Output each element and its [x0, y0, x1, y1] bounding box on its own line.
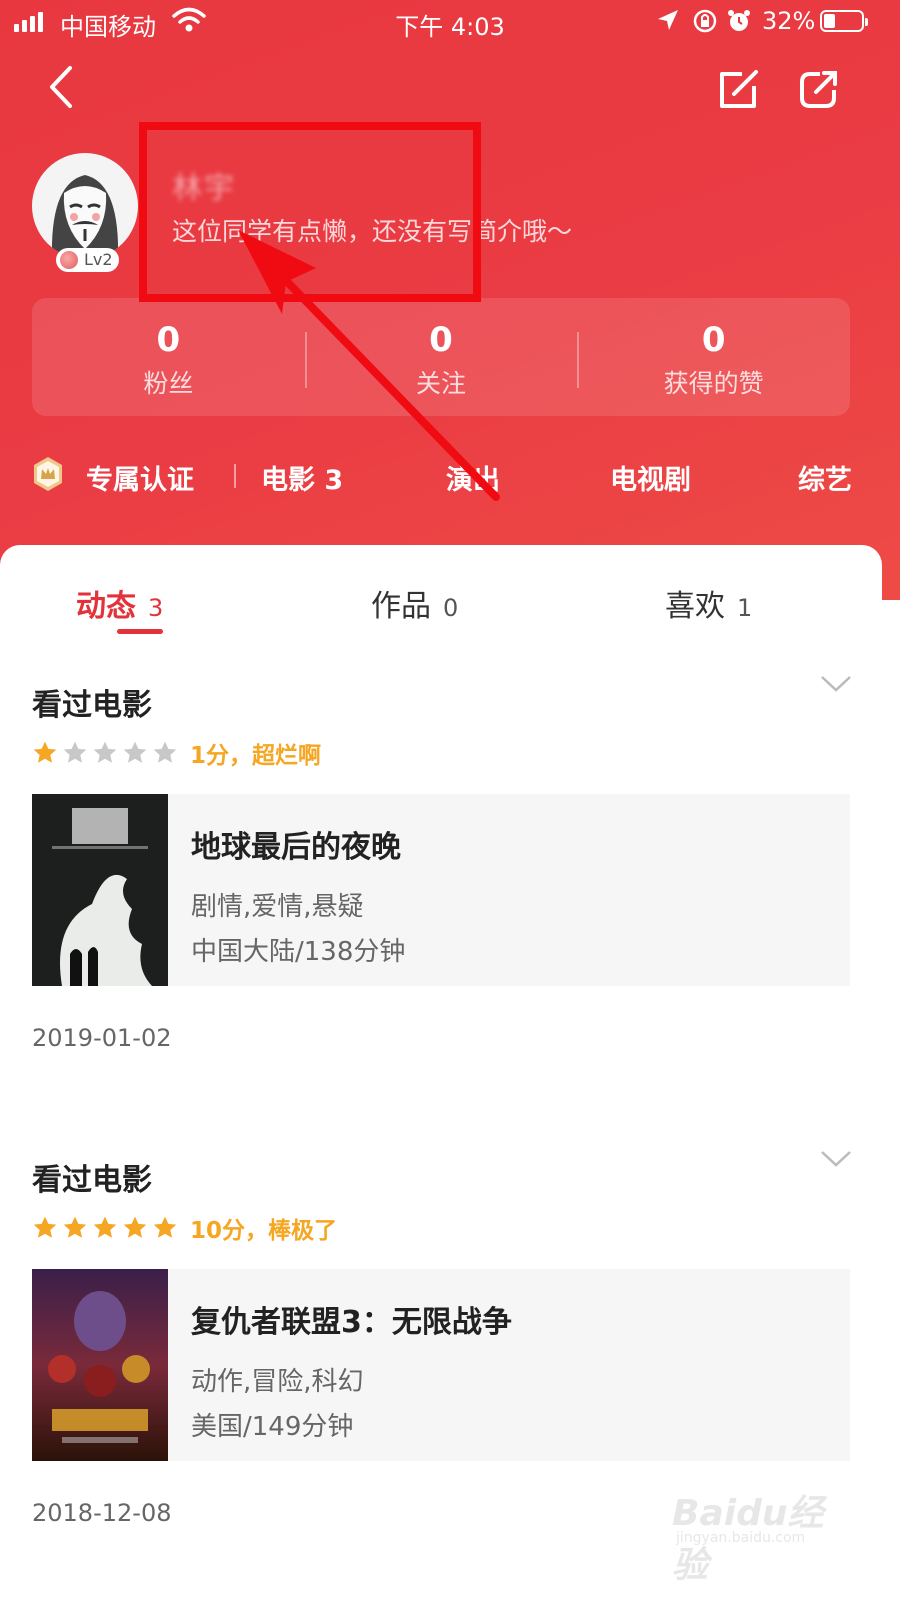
chevron-down-icon[interactable] — [820, 674, 852, 694]
stat-value: 0 — [701, 320, 726, 360]
tab-bar: 动态 3 作品 0 喜欢 1 — [0, 545, 882, 635]
tab-count: 3 — [148, 594, 164, 622]
battery-percent: 32% — [762, 7, 816, 35]
stat-label: 关注 — [416, 369, 467, 398]
feed-date: 2019-01-02 — [32, 1024, 172, 1052]
category-show[interactable]: 演出 — [446, 458, 500, 497]
star-icon — [123, 1216, 147, 1238]
movie-card[interactable]: 复仇者联盟3：无限战争 动作,冒险,科幻 美国/149分钟 — [32, 1269, 850, 1461]
rating-text: 10分，棒极了 — [190, 1218, 338, 1244]
location-icon — [658, 10, 678, 30]
movie-info: 中国大陆/138分钟 — [191, 937, 406, 967]
tab-works[interactable]: 作品 0 — [371, 581, 458, 625]
category-variety[interactable]: 综艺 — [798, 458, 852, 497]
movie-poster — [32, 1269, 168, 1461]
avatar[interactable] — [32, 153, 138, 259]
chevron-down-icon[interactable] — [820, 1149, 852, 1169]
edit-icon — [720, 70, 758, 108]
rating: 10分，棒极了 — [32, 1211, 337, 1245]
stat-following[interactable]: 0 关注 — [304, 298, 578, 416]
movie-genre: 剧情,爱情,悬疑 — [191, 892, 364, 922]
star-icon — [93, 741, 117, 763]
feed-date: 2018-12-08 — [32, 1499, 172, 1527]
annotation-box — [139, 122, 481, 302]
back-button[interactable] — [40, 62, 84, 112]
category-tv[interactable]: 电视剧 — [610, 458, 691, 497]
level-badge: Lv2 — [56, 248, 119, 272]
edit-profile-button[interactable] — [716, 68, 760, 112]
content-panel: 动态 3 作品 0 喜欢 1 看过电影 1分，超烂啊 地球最后的夜晚 剧情,爱情… — [0, 545, 882, 1600]
active-tab-indicator — [117, 629, 163, 634]
alarm-icon — [728, 10, 750, 31]
star-icon — [123, 741, 147, 763]
status-bar: 中国移动 下午 4:03 32% — [0, 0, 900, 46]
stat-label: 粉丝 — [143, 369, 194, 398]
movie-info: 美国/149分钟 — [191, 1412, 354, 1442]
tab-count: 0 — [443, 594, 459, 622]
rotation-lock-icon — [693, 9, 717, 33]
movie-title: 复仇者联盟3：无限战争 — [191, 1305, 512, 1340]
crown-icon — [34, 457, 62, 491]
movie-poster — [32, 794, 168, 986]
baidu-watermark: Baidu经验 jingyan.baidu.com — [672, 1468, 842, 1586]
tab-label: 动态 — [76, 589, 136, 624]
star-icon — [33, 741, 57, 763]
tab-likes[interactable]: 喜欢 1 — [665, 581, 752, 625]
tab-activity[interactable]: 动态 3 — [76, 581, 163, 625]
feed-title: 看过电影 — [32, 688, 152, 723]
rating: 1分，超烂啊 — [32, 736, 321, 770]
movie-card[interactable]: 地球最后的夜晚 剧情,爱情,悬疑 中国大陆/138分钟 — [32, 794, 850, 986]
battery-icon — [820, 10, 868, 32]
feed-title: 看过电影 — [32, 1163, 152, 1198]
category-movie[interactable]: 电影 3 — [261, 458, 343, 497]
rating-text: 1分，超烂啊 — [190, 743, 322, 769]
tab-count: 1 — [737, 594, 753, 622]
stats-card: 0 粉丝 0 关注 0 获得的赞 — [32, 298, 850, 416]
divider — [234, 464, 236, 488]
star-icon — [63, 741, 87, 763]
movie-title: 地球最后的夜晚 — [191, 830, 401, 865]
stat-label: 获得的赞 — [663, 369, 764, 398]
level-icon — [60, 251, 78, 269]
star-icon — [33, 1216, 57, 1238]
star-icon — [153, 1216, 177, 1238]
movie-genre: 动作,冒险,科幻 — [191, 1367, 364, 1397]
stat-fans[interactable]: 0 粉丝 — [32, 298, 305, 416]
stat-value: 0 — [429, 320, 453, 360]
share-button[interactable] — [796, 68, 840, 112]
category-row: 专属认证 电影 3 演出 电视剧 综艺 — [0, 450, 900, 500]
star-icon — [153, 741, 177, 763]
tab-label: 喜欢 — [665, 589, 725, 624]
tab-label: 作品 — [371, 589, 431, 624]
stat-likes[interactable]: 0 获得的赞 — [577, 298, 850, 416]
share-icon — [800, 71, 837, 108]
watermark-url: jingyan.baidu.com — [676, 1530, 806, 1546]
back-icon — [50, 66, 72, 108]
level-text: Lv2 — [84, 250, 113, 269]
star-icon — [63, 1216, 87, 1238]
star-icon — [93, 1216, 117, 1238]
stat-value: 0 — [156, 320, 181, 360]
certification-link[interactable]: 专属认证 — [86, 458, 194, 497]
